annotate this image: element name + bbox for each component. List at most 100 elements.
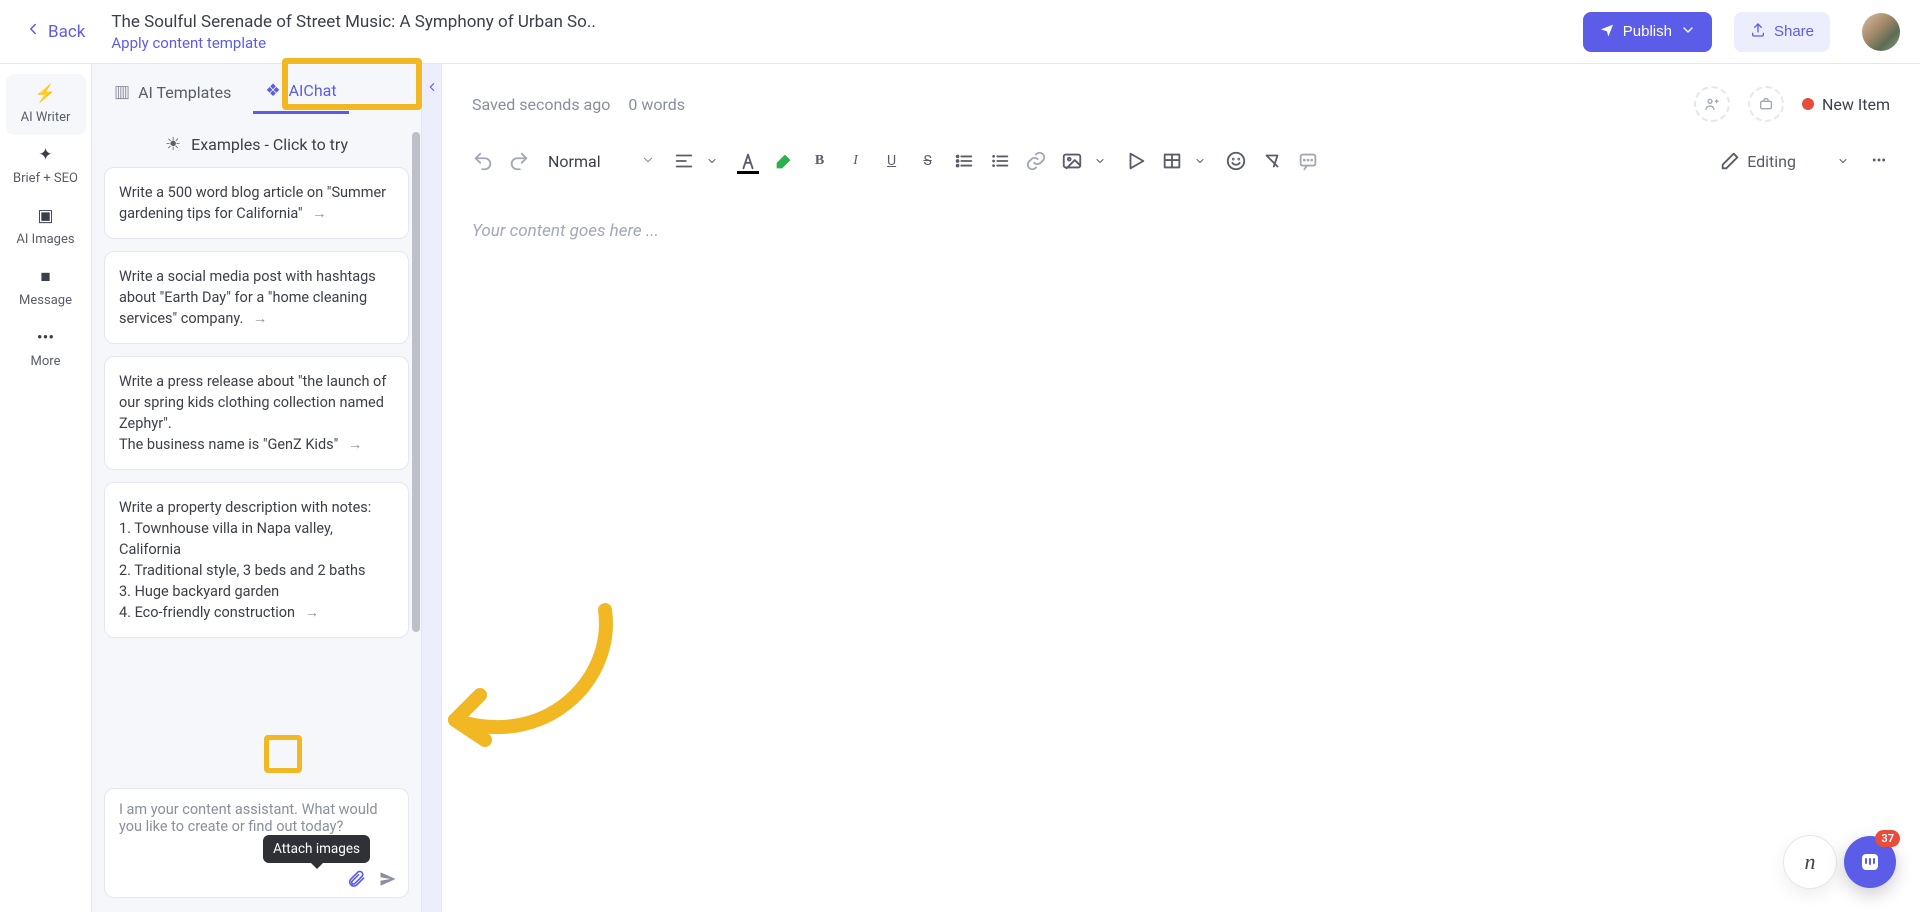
target-icon: ✦ bbox=[6, 145, 86, 165]
tooltip-attach-images: Attach images bbox=[263, 835, 370, 863]
chevron-down-icon bbox=[641, 152, 655, 171]
rail-label: More bbox=[31, 354, 61, 369]
attach-icon[interactable] bbox=[346, 869, 366, 889]
chevron-down-icon bbox=[701, 150, 723, 172]
rail-label: AI Writer bbox=[21, 110, 71, 125]
numbered-list-button[interactable] bbox=[989, 150, 1011, 172]
back-label: Back bbox=[48, 22, 85, 42]
example-card[interactable]: Write a property description with notes:… bbox=[104, 482, 409, 638]
more-options-button[interactable]: ••• bbox=[1868, 150, 1890, 172]
font-color-button[interactable] bbox=[737, 150, 759, 172]
chevron-down-icon bbox=[1189, 150, 1211, 172]
arrow-right-icon: → bbox=[348, 434, 363, 455]
chat-input[interactable]: I am your content assistant. What would … bbox=[104, 788, 409, 898]
invite-user-button[interactable] bbox=[1694, 86, 1730, 122]
comment-button[interactable] bbox=[1297, 150, 1319, 172]
arrow-right-icon: → bbox=[305, 602, 320, 623]
briefcase-button[interactable] bbox=[1748, 86, 1784, 122]
align-left-icon bbox=[673, 150, 695, 172]
example-text: Write a social media post with hashtags … bbox=[119, 268, 376, 327]
examples-header: ☀ Examples - Click to try bbox=[104, 126, 409, 167]
avatar[interactable] bbox=[1862, 13, 1900, 51]
rail-label: Message bbox=[19, 293, 72, 308]
redo-button[interactable] bbox=[508, 150, 530, 172]
assistant-launcher[interactable]: n bbox=[1784, 836, 1836, 888]
new-item-badge[interactable]: New Item bbox=[1802, 95, 1890, 114]
clear-formatting-button[interactable] bbox=[1261, 150, 1283, 172]
side-tabs: ▥ AI Templates ❖ AIChat bbox=[92, 64, 421, 120]
link-button[interactable] bbox=[1025, 150, 1047, 172]
intercom-launcher[interactable]: 37 bbox=[1844, 836, 1896, 888]
insert-video-button[interactable] bbox=[1125, 150, 1147, 172]
message-icon: ■ bbox=[6, 267, 86, 287]
editor-area: Saved seconds ago 0 words New Item Norma… bbox=[442, 64, 1920, 912]
underline-button[interactable]: U bbox=[881, 150, 903, 172]
editing-mode-select[interactable]: Editing bbox=[1719, 150, 1854, 172]
rail-item-more[interactable]: ••• More bbox=[6, 318, 86, 379]
emoji-button[interactable] bbox=[1225, 150, 1247, 172]
word-count: 0 words bbox=[628, 95, 685, 114]
tab-ai-chat[interactable]: ❖ AIChat bbox=[253, 71, 348, 114]
intercom-badge: 37 bbox=[1875, 830, 1900, 847]
back-button[interactable]: Back bbox=[20, 14, 89, 49]
rail-item-message[interactable]: ■ Message bbox=[6, 257, 86, 318]
table-icon bbox=[1161, 150, 1183, 172]
editor-toolbar: Normal B I U S bbox=[472, 122, 1890, 183]
italic-button[interactable]: I bbox=[845, 150, 867, 172]
example-text: Write a property description with notes:… bbox=[119, 499, 371, 621]
collapse-panel-handle[interactable] bbox=[422, 64, 442, 912]
page-title: The Soulful Serenade of Street Music: A … bbox=[111, 12, 595, 32]
side-body: ☀ Examples - Click to try Write a 500 wo… bbox=[92, 120, 421, 788]
image-icon: ▣ bbox=[6, 206, 86, 226]
publish-button[interactable]: Publish bbox=[1583, 12, 1712, 52]
sun-icon: ☀ bbox=[165, 134, 181, 155]
examples-header-label: Examples - Click to try bbox=[191, 135, 348, 154]
scrollbar-thumb[interactable] bbox=[412, 132, 420, 632]
publish-label: Publish bbox=[1623, 23, 1672, 40]
share-button[interactable]: Share bbox=[1734, 12, 1830, 52]
rail-label: Brief + SEO bbox=[13, 171, 78, 186]
chevron-left-icon bbox=[24, 20, 42, 43]
align-select[interactable] bbox=[673, 150, 723, 172]
rail-item-brief-seo[interactable]: ✦ Brief + SEO bbox=[6, 135, 86, 196]
editor-content-placeholder[interactable]: Your content goes here ... bbox=[472, 221, 1890, 241]
chevron-left-icon bbox=[425, 80, 439, 98]
tab-label: AIChat bbox=[289, 81, 337, 100]
rail-label: AI Images bbox=[16, 232, 74, 247]
rail-item-ai-writer[interactable]: ⚡ AI Writer bbox=[6, 74, 86, 135]
left-rail: ⚡ AI Writer ✦ Brief + SEO ▣ AI Images ■ … bbox=[0, 64, 92, 912]
undo-button[interactable] bbox=[472, 150, 494, 172]
chat-input-wrap: I am your content assistant. What would … bbox=[92, 788, 421, 912]
arrow-right-icon: → bbox=[312, 203, 327, 224]
arrow-right-icon: → bbox=[253, 308, 268, 329]
dots-icon: ••• bbox=[6, 328, 86, 348]
send-icon[interactable] bbox=[378, 869, 398, 889]
tab-label: AI Templates bbox=[138, 83, 231, 102]
chevron-down-icon bbox=[1089, 150, 1111, 172]
tab-ai-templates[interactable]: ▥ AI Templates bbox=[102, 72, 243, 112]
rail-item-ai-images[interactable]: ▣ AI Images bbox=[6, 196, 86, 257]
bullet-list-button[interactable] bbox=[953, 150, 975, 172]
bold-button[interactable]: B bbox=[809, 150, 831, 172]
mode-label: Editing bbox=[1747, 152, 1796, 171]
apply-template-link[interactable]: Apply content template bbox=[111, 34, 595, 52]
example-text: Write a press release about "the launch … bbox=[119, 373, 386, 453]
style-name: Normal bbox=[548, 152, 601, 171]
library-icon: ▥ bbox=[114, 82, 130, 102]
insert-table-select[interactable] bbox=[1161, 150, 1211, 172]
strikethrough-button[interactable]: S bbox=[917, 150, 939, 172]
side-panel: ▥ AI Templates ❖ AIChat ☀ Examples - Cli… bbox=[92, 64, 422, 912]
new-item-label: New Item bbox=[1822, 95, 1890, 114]
example-card[interactable]: Write a social media post with hashtags … bbox=[104, 251, 409, 344]
example-card[interactable]: Write a press release about "the launch … bbox=[104, 356, 409, 470]
example-text: Write a 500 word blog article on "Summer… bbox=[119, 184, 386, 222]
topbar: Back The Soulful Serenade of Street Musi… bbox=[0, 0, 1920, 64]
bolt-icon: ⚡ bbox=[6, 84, 86, 104]
insert-image-select[interactable] bbox=[1061, 150, 1111, 172]
pencil-icon bbox=[1719, 150, 1741, 172]
highlight-color-button[interactable] bbox=[773, 150, 795, 172]
status-row: Saved seconds ago 0 words New Item bbox=[472, 86, 1890, 122]
image-icon bbox=[1061, 150, 1083, 172]
example-card[interactable]: Write a 500 word blog article on "Summer… bbox=[104, 167, 409, 239]
block-style-select[interactable]: Normal bbox=[544, 152, 659, 171]
